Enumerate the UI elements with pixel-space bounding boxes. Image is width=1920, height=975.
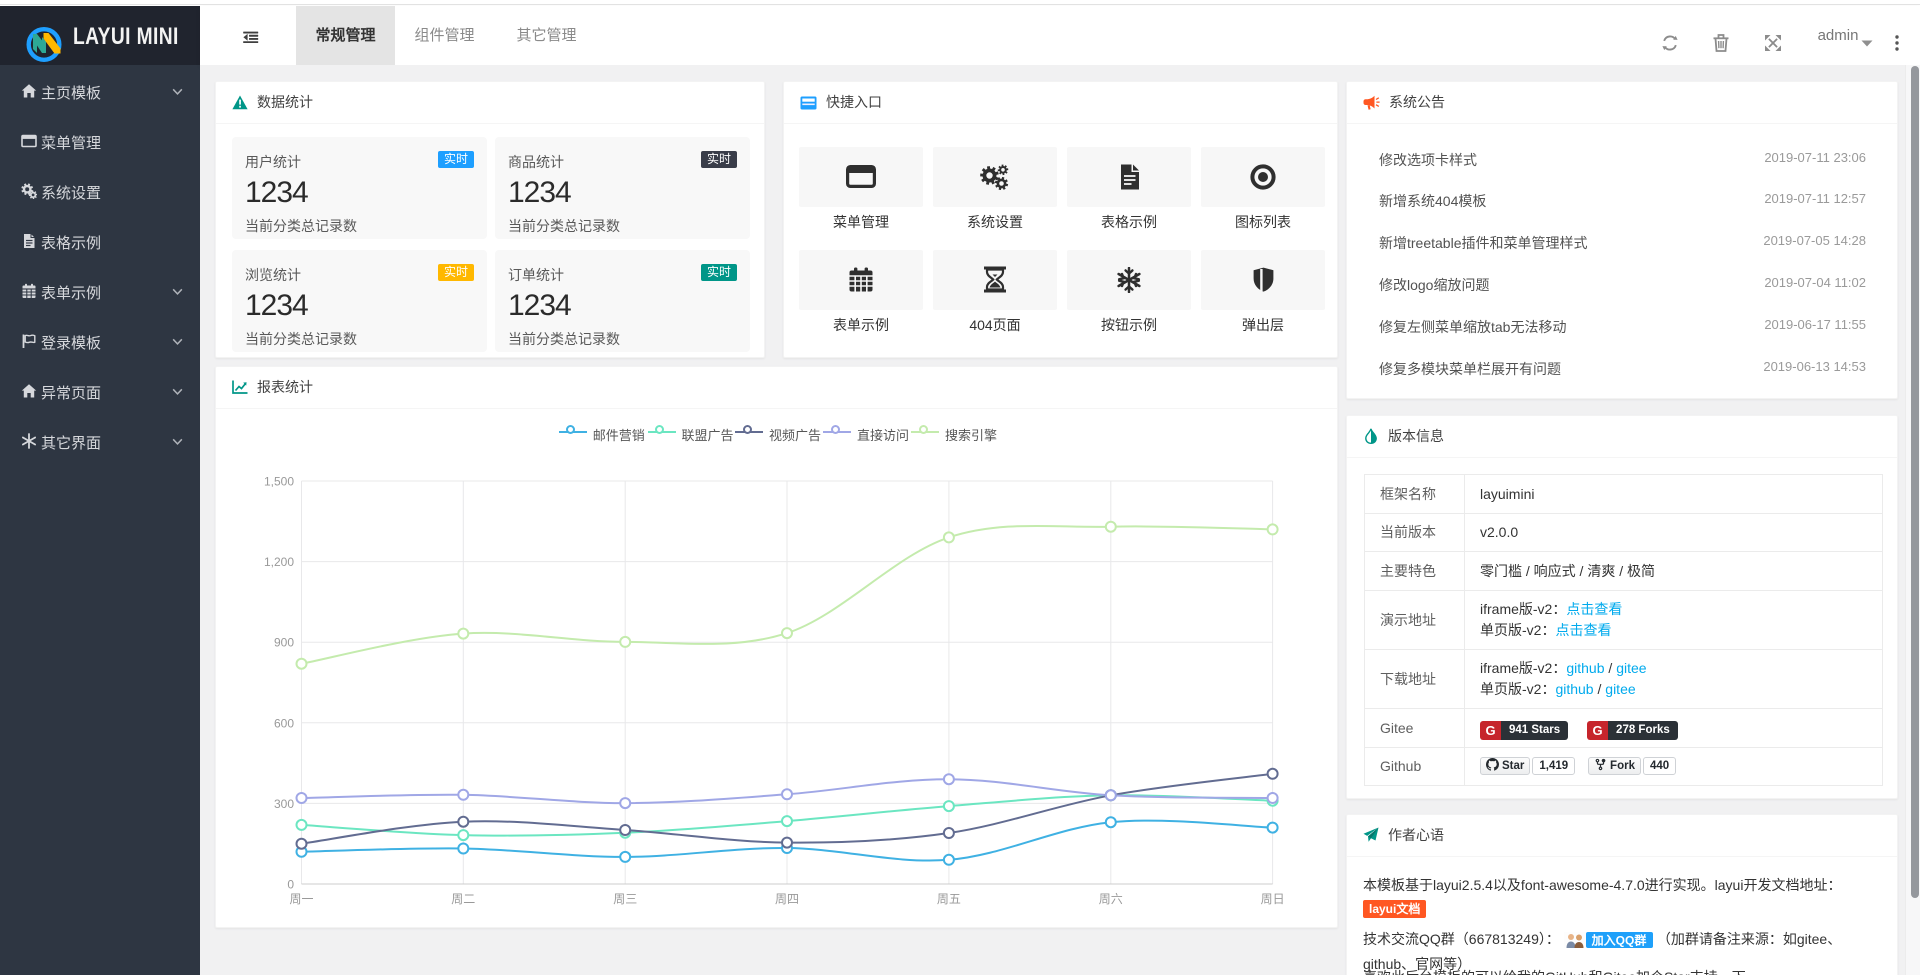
svg-text:周五: 周五 — [937, 892, 961, 906]
svg-text:1,500: 1,500 — [264, 475, 294, 489]
svg-text:600: 600 — [274, 716, 294, 730]
svg-text:1,200: 1,200 — [264, 555, 294, 569]
svg-text:周四: 周四 — [775, 892, 799, 906]
svg-text:周三: 周三 — [613, 892, 637, 906]
svg-text:900: 900 — [274, 636, 294, 650]
svg-text:周日: 周日 — [1261, 892, 1285, 906]
svg-text:加入QQ群: 加入QQ群 — [1591, 933, 1647, 948]
svg-text:0: 0 — [287, 878, 294, 892]
svg-text:300: 300 — [274, 797, 294, 811]
svg-text:周一: 周一 — [289, 892, 313, 906]
svg-text:周六: 周六 — [1099, 892, 1123, 906]
svg-text:周二: 周二 — [451, 892, 475, 906]
